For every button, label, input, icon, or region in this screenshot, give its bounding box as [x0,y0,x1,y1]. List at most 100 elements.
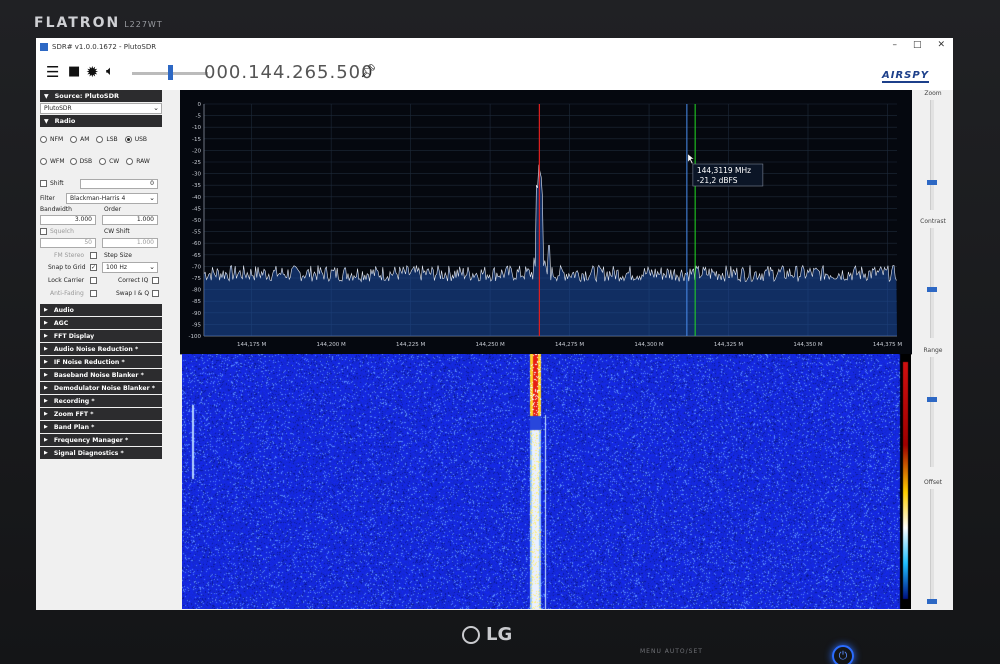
radio-dsb[interactable] [69,158,77,165]
expand-icon: ▶ [44,320,48,326]
source-dropdown[interactable]: PlutoSDR ⌄ [40,103,162,114]
expand-icon: ▶ [44,437,48,443]
tooltip-level: -21,2 dBFS [697,176,738,185]
lock-carrier-label: Lock Carrier [48,277,85,284]
squelch-label: Squelch [50,228,74,235]
y-tick-label: -75 [192,276,201,282]
offset-slider-knob[interactable] [927,599,937,604]
panel-header-demodulator-noise-blanker[interactable]: ▶ Demodulator Noise Blanker * [40,382,162,394]
frequency-display[interactable]: 000.144.265.500 [204,62,374,83]
panel-header-signal-diagnostics[interactable]: ▶ Signal Diagnostics * [40,447,162,459]
radio-usb[interactable] [124,136,132,143]
spectrum-plot[interactable]: 0 -5 -10 -15 -20 -25 -30 -35 -40 -45 -50 -55 -60 -65 -… [180,90,913,354]
pin-icon[interactable]: 📌︎ [360,64,377,79]
cw-shift-input[interactable]: 1.000 [102,238,158,248]
radio-cw[interactable] [99,158,107,165]
waterfall-display[interactable] [182,354,911,609]
squelch-checkbox[interactable] [40,228,47,235]
power-icon[interactable]: ⏻ [832,645,854,664]
x-tick-label: 144,200 M [317,342,346,348]
y-tick-label: -70 [192,264,201,270]
monitor-brand: FLATRON L227WT [34,15,163,31]
window-title: SDR# v1.0.0.1672 - PlutoSDR [52,43,157,51]
x-tick-label: 144,175 M [237,342,266,348]
panel-header-audio[interactable]: ▶ Audio [40,304,162,316]
x-tick-label: 144,275 M [555,342,584,348]
radio-nfm[interactable] [40,136,47,143]
radio-lsb[interactable] [96,136,104,143]
panel-header-zoom-fft[interactable]: ▶ Zoom FFT * [40,408,162,420]
y-tick-label: -65 [192,253,201,259]
speaker-icon[interactable]: 🔈︎ [106,63,114,81]
snap-to-grid-checkbox[interactable]: ✓ [90,264,97,271]
menu-icon[interactable]: ☰ [46,63,59,81]
y-tick-label: -95 [192,322,201,328]
panel-header-band-plan[interactable]: ▶ Band Plan * [40,421,162,433]
y-tick-label: -35 [192,183,201,189]
range-slider[interactable] [930,357,934,467]
anti-fading-checkbox[interactable] [90,290,97,297]
radio-raw[interactable] [126,158,134,165]
correct-iq-label: Correct IQ [118,277,149,284]
fm-stereo-checkbox[interactable] [90,251,97,259]
radio-header[interactable]: ▼ Radio [40,115,162,127]
panel-header-agc[interactable]: ▶ AGC [40,317,162,329]
contrast-slider-knob[interactable] [927,287,937,292]
zoom-slider[interactable] [930,100,934,210]
range-slider-knob[interactable] [927,397,937,402]
bandwidth-input[interactable]: 3.000 [40,215,96,225]
lg-logo: LG [462,624,512,645]
correct-iq-checkbox[interactable] [152,277,159,284]
app-icon [40,43,48,51]
y-tick-label: -20 [192,148,201,154]
y-tick-label: -50 [192,218,201,224]
stop-icon[interactable]: ■ [68,63,80,81]
monitor-buttons: MENU AUTO/SET [640,648,703,655]
y-tick-label: -60 [192,241,201,247]
gear-icon[interactable]: ✹ [86,63,99,81]
zoom-label: Zoom [924,90,942,97]
filter-dropdown[interactable]: Blackman-Harris 4 ⌄ [66,193,158,204]
shift-label: Shift [50,180,64,187]
contrast-label: Contrast [920,218,946,225]
step-size-label: Step Size [104,251,132,259]
y-tick-label: -100 [189,334,202,340]
panel-header-fft-display[interactable]: ▶ FFT Display [40,330,162,342]
y-tick-label: -45 [192,206,201,212]
collapsed-panel-list: ▶ Audio ▶ AGC ▶ FFT Display ▶ Audio Noise Reduc… [40,304,162,459]
panel-header-frequency-manager[interactable]: ▶ Frequency Manager * [40,434,162,446]
step-size-dropdown[interactable]: 100 Hz ⌄ [102,262,158,273]
expand-icon: ▶ [44,450,48,456]
panel-header-audio-noise-reduction[interactable]: ▶ Audio Noise Reduction * [40,343,162,355]
order-input[interactable]: 1.000 [102,215,158,225]
shift-checkbox[interactable] [40,180,47,187]
maximize-button[interactable]: □ [913,40,922,50]
radio-am[interactable] [70,136,78,143]
x-tick-label: 144,250 M [475,342,504,348]
y-tick-label: -5 [196,114,202,120]
swap-iq-label: Swap I & Q [116,290,150,297]
offset-slider[interactable] [930,489,934,601]
anti-fading-label: Anti-Fading [50,290,84,297]
lock-carrier-checkbox[interactable] [90,277,97,284]
y-tick-label: 0 [198,102,202,108]
spectrum-trace [203,164,897,283]
y-tick-label: -40 [192,195,201,201]
shift-input[interactable]: 0 [80,178,158,189]
radio-wfm[interactable] [40,158,47,165]
zoom-slider-knob[interactable] [927,180,937,185]
panel-header-recording[interactable]: ▶ Recording * [40,395,162,407]
contrast-slider[interactable] [930,228,934,338]
filter-label: Filter [40,195,55,202]
close-button[interactable]: ✕ [937,40,945,50]
panel-header-baseband-noise-blanker[interactable]: ▶ Baseband Noise Blanker * [40,369,162,381]
minimize-button[interactable]: – [892,40,897,50]
squelch-input[interactable]: 50 [40,238,96,248]
source-header[interactable]: ▼ Source: PlutoSDR [40,90,162,102]
volume-knob[interactable] [168,65,173,80]
panel-header-if-noise-reduction[interactable]: ▶ IF Noise Reduction * [40,356,162,368]
x-tick-label: 144,225 M [396,342,425,348]
fm-stereo-label: FM Stereo [54,251,85,259]
swap-iq-checkbox[interactable] [152,290,159,297]
expand-icon: ▶ [44,333,48,339]
